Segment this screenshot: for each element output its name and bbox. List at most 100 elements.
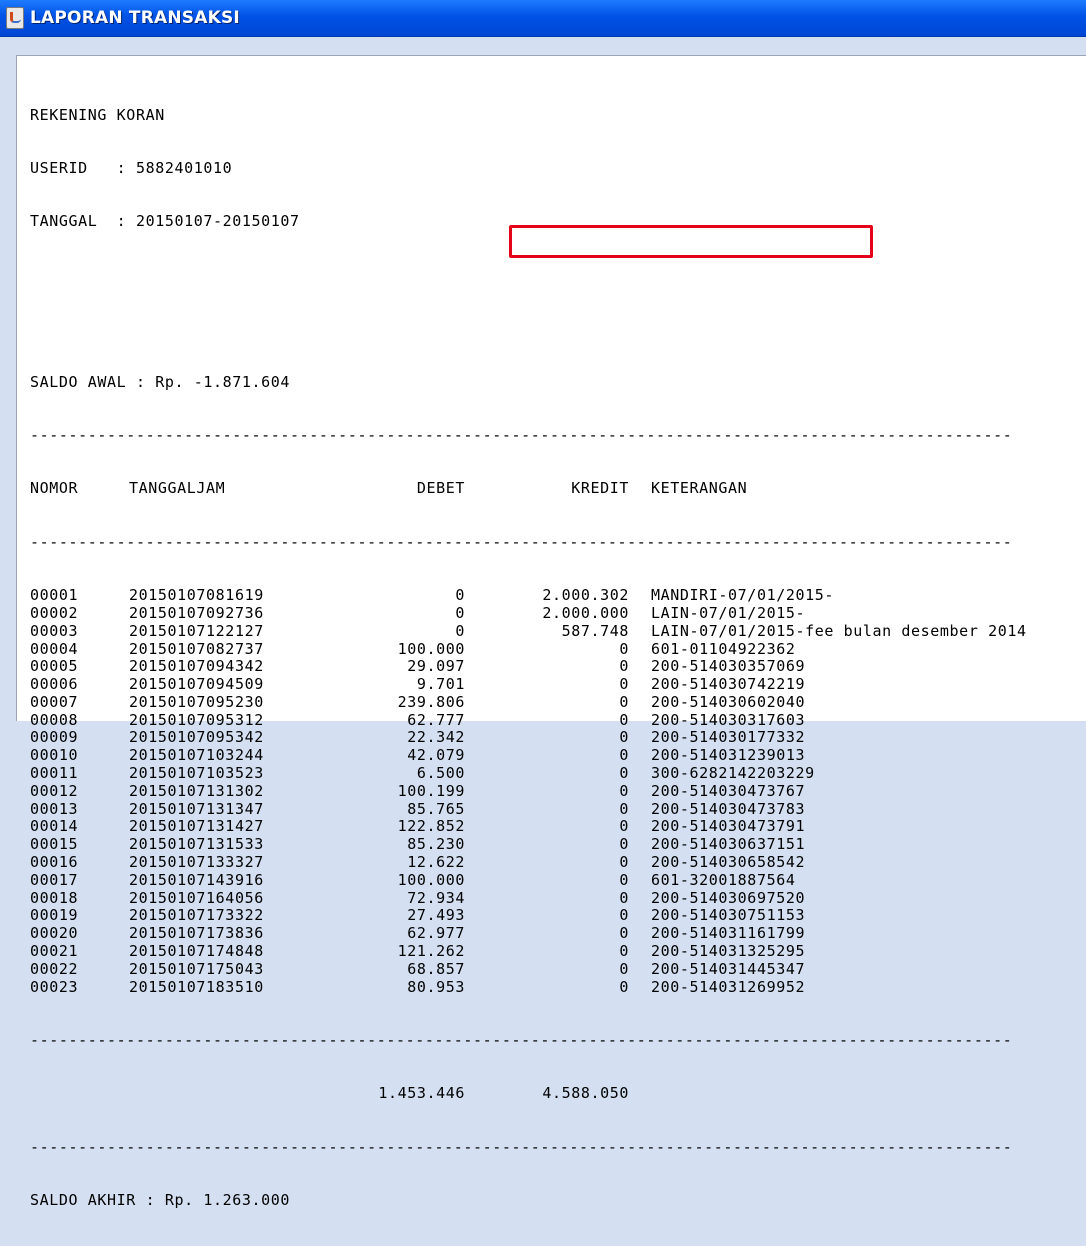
cell-keterangan: 200-514030751153 xyxy=(651,906,806,925)
transaction-rows: 00001 20150107081619 0 2.000.302 MANDIRI-07/… xyxy=(30,586,1027,996)
cell-keterangan: 200-514030697520 xyxy=(651,888,806,907)
col-tanggaljam: TANGGALJAM xyxy=(129,479,226,498)
cell-keterangan: 601-32001887564 xyxy=(651,870,796,889)
userid-line: USERID : 5882401010 xyxy=(30,158,1027,178)
table-row: 00015 20150107131533 85.230 0 200-5140306371… xyxy=(30,835,1027,854)
cell-tanggaljam: 20150107131302 xyxy=(129,781,264,800)
cell-nomor: 00005 xyxy=(30,657,79,676)
cell-debet: 85.765 xyxy=(407,799,465,818)
cell-nomor: 00014 xyxy=(30,817,79,836)
table-row: 00005 20150107094342 29.097 0 200-5140303570… xyxy=(30,657,1027,676)
cell-nomor: 00023 xyxy=(30,977,79,996)
cell-debet: 100.000 xyxy=(397,639,465,658)
cell-nomor: 00001 xyxy=(30,586,79,605)
column-header-row: NOMOR TANGGALJAM DEBET KREDIT KETERANGAN xyxy=(30,480,1027,498)
cell-tanggaljam: 20150107081619 xyxy=(129,586,264,605)
cell-kredit: 0 xyxy=(619,870,629,889)
cell-tanggaljam: 20150107122127 xyxy=(129,621,264,640)
cell-kredit: 0 xyxy=(619,853,629,872)
cell-nomor: 00017 xyxy=(30,870,79,889)
cell-debet: 12.622 xyxy=(407,853,465,872)
cell-keterangan: 200-514031325295 xyxy=(651,942,806,961)
divider: ----------------------------------------… xyxy=(30,1137,1013,1156)
cell-debet: 121.262 xyxy=(397,942,465,961)
cell-keterangan: LAIN-07/01/2015-fee bulan desember 2014 xyxy=(651,621,1027,640)
table-row: 00008 20150107095312 62.777 0 200-5140303176… xyxy=(30,710,1027,730)
cell-keterangan: 300-6282142203229 xyxy=(651,764,815,783)
cell-debet: 72.934 xyxy=(407,888,465,907)
cell-kredit: 0 xyxy=(619,657,629,676)
cell-keterangan: 200-514030637151 xyxy=(651,835,806,854)
cell-keterangan: MANDIRI-07/01/2015- xyxy=(651,586,834,605)
cell-keterangan: 200-514030473791 xyxy=(651,817,806,836)
table-row: 00012 20150107131302 100.199 0 200-514030473… xyxy=(30,781,1027,801)
java-app-icon xyxy=(6,7,24,29)
table-row: 00017 20150107143916 100.000 0 601-320018875… xyxy=(30,870,1027,890)
cell-kredit: 0 xyxy=(619,977,629,996)
cell-debet: 6.500 xyxy=(416,764,465,783)
cell-keterangan: 200-514030473767 xyxy=(651,781,806,800)
cell-keterangan: 601-01104922362 xyxy=(651,639,796,658)
cell-kredit: 2.000.000 xyxy=(542,603,629,622)
cell-keterangan: 200-514030357069 xyxy=(651,657,806,676)
cell-kredit: 0 xyxy=(619,675,629,694)
window-titlebar[interactable]: LAPORAN TRANSAKSI xyxy=(0,0,1086,37)
cell-debet: 27.493 xyxy=(407,906,465,925)
cell-nomor: 00003 xyxy=(30,621,79,640)
table-row: 00007 20150107095230 239.806 0 200-514030602… xyxy=(30,693,1027,712)
cell-debet: 62.977 xyxy=(407,924,465,943)
cell-nomor: 00011 xyxy=(30,764,79,783)
cell-nomor: 00010 xyxy=(30,746,79,765)
cell-tanggaljam: 20150107183510 xyxy=(129,977,264,996)
cell-tanggaljam: 20150107082737 xyxy=(129,639,264,658)
table-row: 00011 20150107103523 6.500 0 300-62821422032… xyxy=(30,764,1027,783)
cell-kredit: 0 xyxy=(619,906,629,925)
cell-tanggaljam: 20150107175043 xyxy=(129,959,264,978)
cell-kredit: 0 xyxy=(619,710,629,729)
cell-keterangan: LAIN-07/01/2015- xyxy=(651,603,806,622)
cell-tanggaljam: 20150107094342 xyxy=(129,657,264,676)
table-row: 00014 20150107131427 122.852 0 200-514030473… xyxy=(30,818,1027,836)
cell-keterangan: 200-514030317603 xyxy=(651,710,806,729)
saldo-awal-label: SALDO AWAL : Rp. xyxy=(30,372,185,391)
cell-nomor: 00008 xyxy=(30,710,79,729)
cell-tanggaljam: 20150107143916 xyxy=(129,870,264,889)
table-row: 00009 20150107095342 22.342 0 200-5140301773… xyxy=(30,729,1027,747)
cell-keterangan: 200-514030658542 xyxy=(651,853,806,872)
cell-debet: 0 xyxy=(455,603,465,622)
cell-tanggaljam: 20150107164056 xyxy=(129,888,264,907)
table-row: 00010 20150107103244 42.079 0 200-5140312390… xyxy=(30,746,1027,765)
cell-kredit: 0 xyxy=(619,639,629,658)
cell-keterangan: 200-514031445347 xyxy=(651,959,806,978)
cell-kredit: 0 xyxy=(619,746,629,765)
saldo-awal-value: -1.871.604 xyxy=(193,372,291,391)
cell-tanggaljam: 20150107133327 xyxy=(129,853,264,872)
cell-debet: 80.953 xyxy=(407,977,465,996)
cell-debet: 122.852 xyxy=(397,817,465,836)
cell-kredit: 0 xyxy=(619,781,629,800)
tanggal-value: 20150107-20150107 xyxy=(135,212,300,231)
cell-kredit: 0 xyxy=(619,799,629,818)
table-row: 00021 20150107174848 121.262 0 200-514031325… xyxy=(30,942,1027,961)
divider: ----------------------------------------… xyxy=(30,532,1013,551)
cell-debet: 29.097 xyxy=(407,657,465,676)
cell-tanggaljam: 20150107173322 xyxy=(129,906,264,925)
cell-tanggaljam: 20150107174848 xyxy=(129,942,264,961)
report-heading: REKENING KORAN xyxy=(30,105,165,124)
total-kredit: 4.588.050 xyxy=(542,1084,629,1103)
cell-debet: 22.342 xyxy=(407,728,465,747)
cell-tanggaljam: 20150107103523 xyxy=(129,764,264,783)
col-debet: DEBET xyxy=(416,479,465,498)
tanggal-label: TANGGAL : xyxy=(30,212,127,231)
userid-value: 5882401010 xyxy=(135,158,233,177)
cell-kredit: 0 xyxy=(619,764,629,783)
cell-nomor: 00013 xyxy=(30,799,79,818)
cell-kredit: 0 xyxy=(619,817,629,836)
cell-keterangan: 200-514031161799 xyxy=(651,924,806,943)
saldo-awal-line: SALDO AWAL : Rp. -1.871.604 xyxy=(30,372,1027,392)
cell-debet: 100.000 xyxy=(397,870,465,889)
table-row: 00013 20150107131347 85.765 0 200-5140304737… xyxy=(30,799,1027,819)
userid-label: USERID : xyxy=(30,158,127,177)
cell-nomor: 00006 xyxy=(30,675,79,694)
col-nomor: NOMOR xyxy=(30,479,79,498)
